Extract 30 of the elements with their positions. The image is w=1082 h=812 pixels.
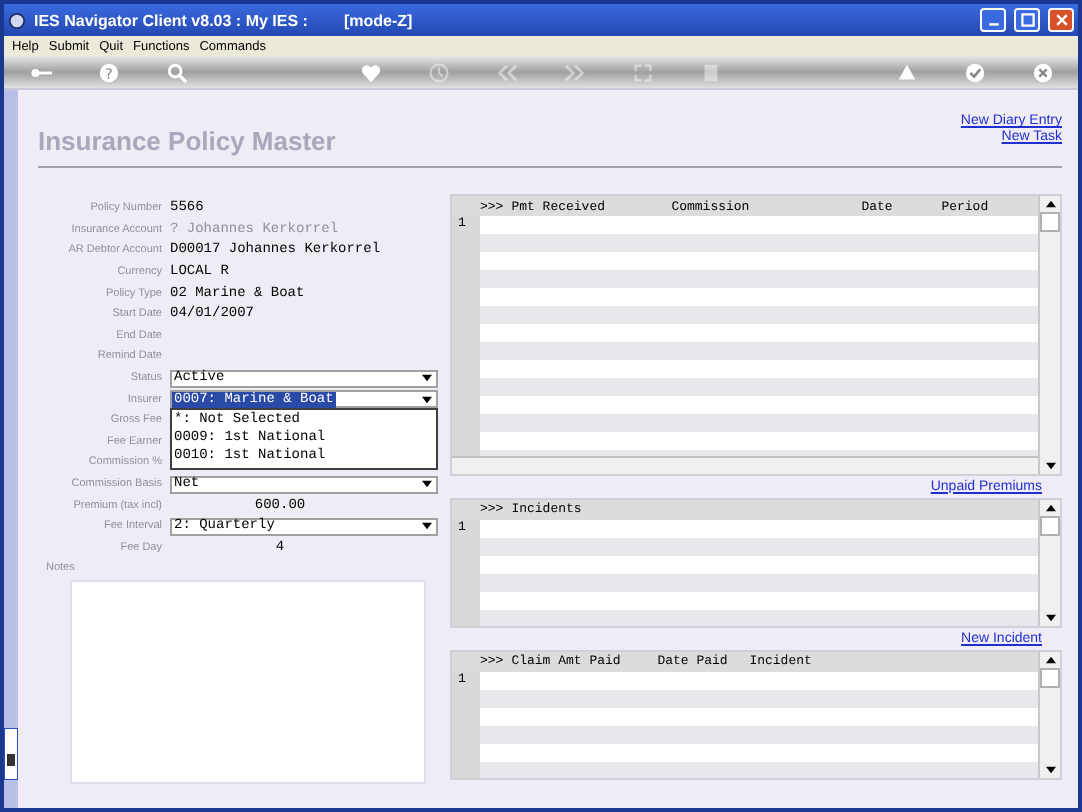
caret-icon — [422, 374, 432, 383]
app-icon — [8, 11, 26, 29]
caret-icon — [422, 522, 432, 531]
vertical-scrollbar[interactable] — [1038, 651, 1060, 778]
maximize-icon — [1019, 12, 1035, 28]
scroll-thumb[interactable] — [1040, 667, 1060, 688]
caret-icon — [422, 395, 432, 404]
scroll-down-icon[interactable] — [1045, 613, 1055, 622]
vertical-scrollbar[interactable] — [1038, 499, 1060, 626]
maximize-button[interactable] — [1014, 8, 1040, 32]
close-icon[interactable] — [1030, 60, 1054, 84]
check-icon[interactable] — [962, 60, 986, 84]
window-title: IES Navigator Client v8.03 : My IES : — [34, 11, 308, 29]
vertical-scrollbar[interactable] — [1038, 196, 1060, 474]
page-title: Insurance Policy Master — [38, 126, 336, 156]
search-icon[interactable] — [164, 60, 188, 84]
scroll-down-icon[interactable] — [1045, 766, 1055, 774]
notes-field[interactable] — [70, 580, 426, 784]
caret-icon — [422, 480, 432, 489]
heart-icon[interactable] — [359, 60, 383, 84]
close-icon — [1053, 12, 1069, 28]
help-icon[interactable]: ? — [96, 60, 120, 84]
scroll-up-icon[interactable] — [1045, 200, 1055, 208]
minimize-button[interactable] — [980, 8, 1006, 32]
mode-label: [mode-Z] — [343, 11, 413, 29]
scroll-down-icon[interactable] — [1045, 461, 1055, 470]
scroll-thumb[interactable] — [1040, 515, 1060, 536]
close-button[interactable] — [1048, 8, 1074, 32]
side-tab-icon[interactable] — [4, 728, 18, 780]
scroll-thumb[interactable] — [1040, 212, 1060, 232]
